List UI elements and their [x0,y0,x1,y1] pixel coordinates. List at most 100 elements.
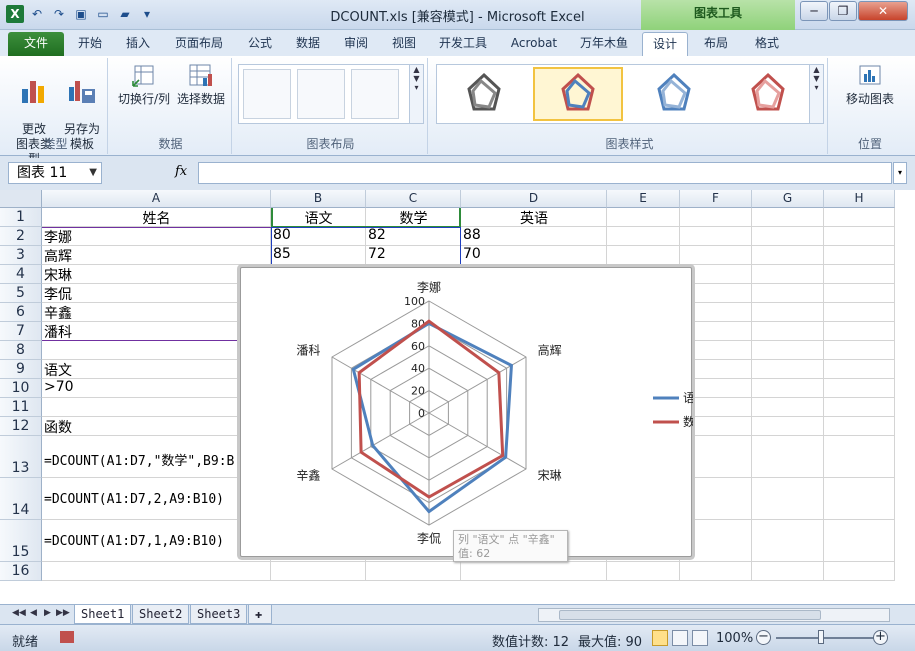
first-sheet-icon[interactable]: ◀◀ [12,608,26,618]
cell-a15[interactable]: =DCOUNT(A1:D7,1,A9:B10) [42,534,271,549]
name-box[interactable]: 图表 11 ▼ [8,162,102,184]
zoom-in-icon[interactable]: + [873,630,888,645]
ribbon-tabs: 文件 开始 插入 页面布局 公式 数据 审阅 视图 开发工具 Acrobat 万… [0,30,915,77]
close-button[interactable]: ✕ [858,1,908,21]
row-header-5[interactable]: 5 [0,284,42,303]
switch-row-column-button[interactable]: 切换行/列 [116,62,172,107]
row-header-10[interactable]: 10 [0,379,42,398]
next-sheet-icon[interactable]: ▶ [44,608,51,618]
sheet-tab-sheet1[interactable]: Sheet1 [74,605,132,624]
radar-category-label: 宋琳 [538,468,562,483]
row-header-8[interactable]: 8 [0,341,42,360]
prev-sheet-icon[interactable]: ◀ [30,608,37,618]
cell-a13[interactable]: =DCOUNT(A1:D7,"数学",B9:B [42,450,271,469]
column-header-f[interactable]: F [680,190,752,208]
cell-a14[interactable]: =DCOUNT(A1:D7,2,A9:B10) [42,492,271,507]
minimize-button[interactable]: ─ [800,1,828,21]
chevron-down-icon[interactable]: ▼ [89,163,97,183]
tab-developer[interactable]: 开发工具 [432,32,494,56]
sheet-tab-sheet2[interactable]: Sheet2 [132,605,190,624]
horizontal-scroll-thumb[interactable] [559,610,821,620]
chart-style-red[interactable] [723,67,813,121]
row-header-14[interactable]: 14 [0,478,42,520]
row-header-11[interactable]: 11 [0,398,42,417]
column-header-d[interactable]: D [461,190,607,208]
chart-style-gray[interactable] [439,67,529,121]
column-header-c[interactable]: C [366,190,461,208]
chart-layout-option-1[interactable] [243,69,291,119]
row-header-15[interactable]: 15 [0,520,42,562]
last-sheet-icon[interactable]: ▶▶ [56,608,70,618]
move-chart-button[interactable]: 移动图表 [834,62,906,107]
status-max: 最大值: 90 [578,635,643,650]
row-header-9[interactable]: 9 [0,360,42,379]
radar-tick-label: 100 [404,295,425,308]
tab-view[interactable]: 视图 [382,32,426,56]
column-header-h[interactable]: H [824,190,895,208]
tab-acrobat[interactable]: Acrobat [502,32,566,56]
tab-wannian-muyu[interactable]: 万年木鱼 [572,32,636,56]
cell-d1[interactable]: 英语 [461,208,607,228]
radar-tick-label: 60 [411,340,425,353]
row-header-4[interactable]: 4 [0,265,42,284]
chart-style-blue[interactable] [629,67,719,121]
tab-insert[interactable]: 插入 [116,32,160,56]
insert-function-icon[interactable]: fx [175,164,187,179]
normal-view-icon[interactable] [652,630,668,646]
zoom-out-icon[interactable]: − [756,630,771,645]
row-header-16[interactable]: 16 [0,562,42,581]
horizontal-scrollbar[interactable] [538,608,890,622]
cell-a12[interactable]: 函数 [42,417,271,437]
zoom-level[interactable]: 100% [716,631,753,646]
column-header-b[interactable]: B [271,190,366,208]
chart-style-gallery: ▲ ▼ ▾ [436,64,824,124]
column-header-g[interactable]: G [752,190,824,208]
tab-design[interactable]: 设计 [642,32,688,56]
cell-a10[interactable]: >70 [42,379,271,395]
select-all-corner[interactable] [0,190,42,208]
chart-layout-gallery-scroll[interactable]: ▲ ▼ ▾ [409,65,423,123]
page-layout-view-icon[interactable] [672,630,688,646]
cell-d2[interactable]: 88 [461,227,607,243]
cell-a1[interactable]: 姓名 [42,208,271,228]
zoom-slider-thumb[interactable] [818,630,824,644]
row-header-7[interactable]: 7 [0,322,42,341]
row-header-2[interactable]: 2 [0,227,42,246]
insert-sheet-icon[interactable]: ✚ [248,605,272,624]
formula-input[interactable] [198,162,892,184]
tab-home[interactable]: 开始 [68,32,112,56]
row-header-13[interactable]: 13 [0,436,42,478]
tab-review[interactable]: 审阅 [334,32,378,56]
column-header-e[interactable]: E [607,190,680,208]
chart-layout-option-3[interactable] [351,69,399,119]
sheet-tab-sheet3[interactable]: Sheet3 [190,605,248,624]
status-count: 数值计数: 12 [492,635,570,650]
tab-file[interactable]: 文件 [8,32,64,56]
restore-button[interactable]: ❐ [829,1,857,21]
legend-label: 语文 [683,390,693,405]
macro-record-icon[interactable] [60,631,74,643]
group-location: 移动图表 位置 [830,58,910,154]
row-header-12[interactable]: 12 [0,417,42,436]
tab-format[interactable]: 格式 [744,32,790,56]
cell-a9[interactable]: 语文 [42,360,271,380]
select-data-button[interactable]: 选择数据 [174,62,228,107]
row-header-1[interactable]: 1 [0,208,42,227]
row-header-6[interactable]: 6 [0,303,42,322]
zoom-slider[interactable] [776,637,876,639]
chart-layout-option-2[interactable] [297,69,345,119]
chart-style-gallery-scroll[interactable]: ▲ ▼ ▾ [809,65,823,123]
tab-formulas[interactable]: 公式 [238,32,282,56]
tab-page-layout[interactable]: 页面布局 [166,32,232,56]
cell-d3[interactable]: 70 [461,246,607,262]
formula-expand-icon[interactable]: ▾ [893,162,907,184]
tab-layout[interactable]: 布局 [694,32,738,56]
row-header-3[interactable]: 3 [0,246,42,265]
column-header-a[interactable]: A [42,190,271,208]
radar-chart[interactable]: 020406080100李娜高辉宋琳李侃辛鑫潘科语文数学 [240,267,707,557]
chart-style-red-blue[interactable] [533,67,623,121]
formula-bar: 图表 11 ▼ fx ▾ [0,158,915,188]
gray-style-preview-icon [467,72,501,111]
tab-data[interactable]: 数据 [286,32,330,56]
page-break-view-icon[interactable] [692,630,708,646]
